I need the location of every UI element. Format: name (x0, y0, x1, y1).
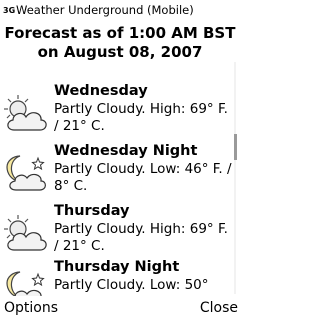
partly-cloudy-day-icon (4, 214, 48, 252)
forecast-description: Partly Cloudy. Low: 46° F. / 8° C. (54, 161, 232, 194)
close-softkey[interactable]: Close (200, 299, 238, 317)
phone-screen: 3G Weather Underground (Mobile) Forecast… (0, 0, 240, 320)
app-title: Weather Underground (Mobile) (16, 3, 194, 17)
forecast-heading-line1: Forecast as of 1:00 AM BST (4, 24, 236, 42)
forecast-description: Partly Cloudy. High: 69° F. / 21° C. (54, 221, 228, 254)
scrollbar-thumb[interactable] (234, 134, 237, 160)
forecast-day: Thursday (54, 203, 130, 219)
softkey-bar: Options Close (0, 296, 240, 320)
forecast-item[interactable]: Wednesday Night Partly Cloudy. Low: 46° … (0, 140, 232, 200)
forecast-description: Partly Cloudy. Low: 50° (54, 277, 209, 293)
forecast-day: Wednesday (54, 83, 148, 99)
forecast-description: Partly Cloudy. High: 69° F. / 21° C. (54, 101, 228, 134)
forecast-heading: Forecast as of 1:00 AM BST on August 08,… (0, 24, 240, 62)
forecast-day: Wednesday Night (54, 143, 198, 159)
scrollbar-track[interactable] (234, 62, 236, 294)
partly-cloudy-day-icon (4, 94, 48, 132)
forecast-item[interactable]: Thursday Partly Cloudy. High: 69° F. / 2… (0, 200, 232, 260)
network-indicator: 3G (3, 5, 16, 15)
title-bar: 3G Weather Underground (Mobile) (0, 0, 240, 20)
forecast-day: Thursday Night (54, 259, 180, 275)
partly-cloudy-night-icon (4, 154, 48, 192)
options-softkey[interactable]: Options (4, 299, 58, 317)
forecast-item[interactable]: Wednesday Partly Cloudy. High: 69° F. / … (0, 80, 232, 140)
forecast-heading-line2: on August 08, 2007 (37, 43, 203, 61)
